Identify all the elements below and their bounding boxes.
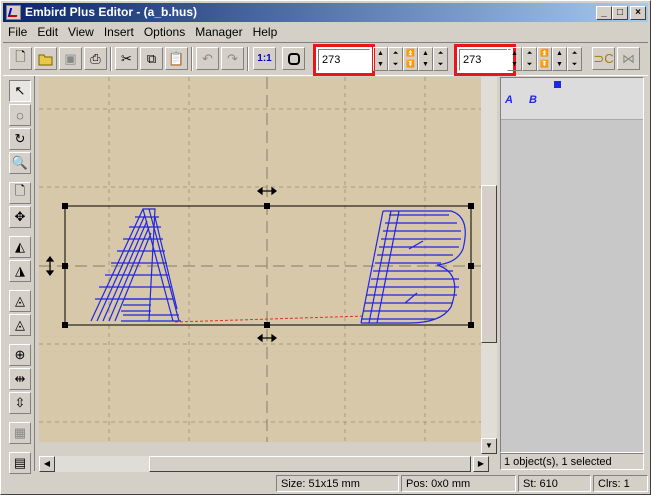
window-title: Embird Plus Editor - (a_b.hus): [25, 5, 198, 19]
save-icon[interactable]: ▣: [59, 47, 82, 70]
status-size: Size: 51x15 mm: [276, 475, 399, 492]
handle-top: [264, 203, 270, 209]
undo-icon[interactable]: ↶: [196, 47, 219, 70]
object-thumbnail-area[interactable]: A B: [501, 78, 643, 120]
handle-bottom-left: [62, 322, 68, 328]
letter-a-thumbnail[interactable]: A: [505, 94, 513, 106]
status-bar: Size: 51x15 mm Pos: 0x0 mm St: 610 Clrs:…: [3, 473, 648, 493]
redo-icon[interactable]: ↷: [221, 47, 244, 70]
lasso-icon[interactable]: ◌: [9, 104, 31, 126]
handle-right: [468, 263, 474, 269]
unlink-icon[interactable]: ⋈: [617, 47, 640, 70]
menu-manager[interactable]: Manager: [190, 23, 247, 41]
menu-edit[interactable]: Edit: [32, 23, 63, 41]
menu-bar: File Edit View Insert Options Manager Help: [3, 23, 648, 42]
handle-bottom: [264, 322, 270, 328]
handle-top-right: [468, 203, 474, 209]
horizontal-scrollbar[interactable]: ◀ ▶: [39, 456, 489, 472]
design-canvas[interactable]: [39, 77, 481, 442]
grid-icon[interactable]: ▤: [9, 452, 31, 474]
color-swatch[interactable]: [554, 81, 561, 88]
ratio-button[interactable]: 1:1: [253, 47, 276, 70]
spin-max-icon[interactable]: ⏫ ⏬: [403, 47, 418, 71]
spin-big-icon[interactable]: ⏶ ⏷: [388, 47, 403, 71]
rotate-right-icon[interactable]: ◬: [9, 314, 31, 336]
close-button[interactable]: ×: [630, 6, 646, 20]
spin2-end-icon[interactable]: ⏶ ⏷: [567, 47, 582, 71]
editor-window: Embird Plus Editor - (a_b.hus) _ □ × Fil…: [0, 0, 651, 495]
spin-up-icon[interactable]: ▲ ▼: [373, 47, 388, 71]
cut-icon[interactable]: ✂: [115, 47, 138, 70]
spin2-page-icon[interactable]: ▲ ▼: [552, 47, 567, 71]
height-input[interactable]: [459, 49, 511, 71]
scroll-right-icon[interactable]: ▶: [473, 456, 489, 472]
width-input[interactable]: [318, 49, 370, 71]
object-panel: A B: [500, 77, 644, 453]
letter-b-embroidery: [360, 210, 466, 324]
link-icon[interactable]: ⊃C: [592, 47, 615, 70]
align-horizontal-icon[interactable]: ⇹: [9, 368, 31, 390]
app-icon: [6, 5, 21, 20]
scroll-down-icon[interactable]: ▼: [481, 438, 497, 454]
page-icon[interactable]: 🗋: [9, 182, 31, 204]
width-field-highlight: [313, 44, 375, 76]
spin2-big-icon[interactable]: ⏶ ⏷: [522, 47, 537, 71]
scroll-left-icon[interactable]: ◀: [39, 456, 55, 472]
menu-file[interactable]: File: [3, 23, 32, 41]
letter-b-thumbnail[interactable]: B: [529, 94, 537, 106]
menu-insert[interactable]: Insert: [99, 23, 139, 41]
arrange-icon[interactable]: ▦: [9, 422, 31, 444]
mirror-vertical-icon[interactable]: ◮: [9, 260, 31, 282]
vertical-scroll-thumb[interactable]: [481, 185, 497, 343]
spin2-max-icon[interactable]: ⏫ ⏬: [537, 47, 552, 71]
handle-bottom-right: [468, 322, 474, 328]
horizontal-scroll-thumb[interactable]: [149, 456, 471, 472]
letter-a-embroidery: [90, 208, 181, 322]
menu-view[interactable]: View: [63, 23, 99, 41]
menu-options[interactable]: Options: [139, 23, 190, 41]
menu-help[interactable]: Help: [248, 23, 283, 41]
rotate-left-icon[interactable]: ◬: [9, 290, 31, 312]
title-bar: Embird Plus Editor - (a_b.hus) _ □ ×: [3, 3, 648, 22]
status-position: Pos: 0x0 mm: [401, 475, 516, 492]
status-colors: Clrs: 1: [593, 475, 648, 492]
paste-icon[interactable]: 📋: [165, 47, 188, 70]
print-icon[interactable]: ⎙: [84, 47, 107, 70]
open-icon[interactable]: [34, 47, 57, 70]
minimize-button[interactable]: _: [596, 6, 612, 20]
new-icon[interactable]: 🗋: [9, 47, 32, 70]
select-arrow-icon[interactable]: ↖: [9, 80, 31, 102]
center-icon[interactable]: ⊕: [9, 344, 31, 366]
zoom-icon[interactable]: 🔍: [9, 152, 31, 174]
vertical-scrollbar[interactable]: ▼: [481, 77, 497, 454]
handle-left: [62, 263, 68, 269]
jump-stitch: [174, 315, 366, 323]
mirror-horizontal-icon[interactable]: ◭: [9, 236, 31, 258]
rotate-icon[interactable]: ↻: [9, 128, 31, 150]
spin2-up-icon[interactable]: ▲ ▼: [507, 47, 522, 71]
spin-end-icon[interactable]: ⏶ ⏷: [433, 47, 448, 71]
align-vertical-icon[interactable]: ⇳: [9, 392, 31, 414]
left-toolbox: ↖ ◌ ↻ 🔍 🗋 ✥ ◭ ◮ ◬ ◬ ⊕ ⇹ ⇳ ▦ ▤: [3, 76, 35, 474]
selection-handles: [62, 203, 474, 328]
move-icon[interactable]: ✥: [9, 206, 31, 228]
main-toolbar: 🗋 ▣ ⎙ ✂ ⧉ 📋 ↶ ↷ 1:1 ▲▼ ⏶⏷ ⏫⏬ ▲▼ ⏶⏷ ▲▼ ⏶⏷…: [3, 42, 648, 76]
resize-arrow-icons: [45, 186, 277, 343]
canvas-drawing: [39, 77, 481, 442]
spin-page-icon[interactable]: ▲ ▼: [418, 47, 433, 71]
handle-top-left: [62, 203, 68, 209]
maximize-button[interactable]: □: [612, 6, 628, 20]
stop-icon[interactable]: [282, 47, 305, 70]
status-stitches: St: 610: [518, 475, 591, 492]
copy-icon[interactable]: ⧉: [140, 47, 163, 70]
selection-status: 1 object(s), 1 selected: [500, 453, 644, 470]
